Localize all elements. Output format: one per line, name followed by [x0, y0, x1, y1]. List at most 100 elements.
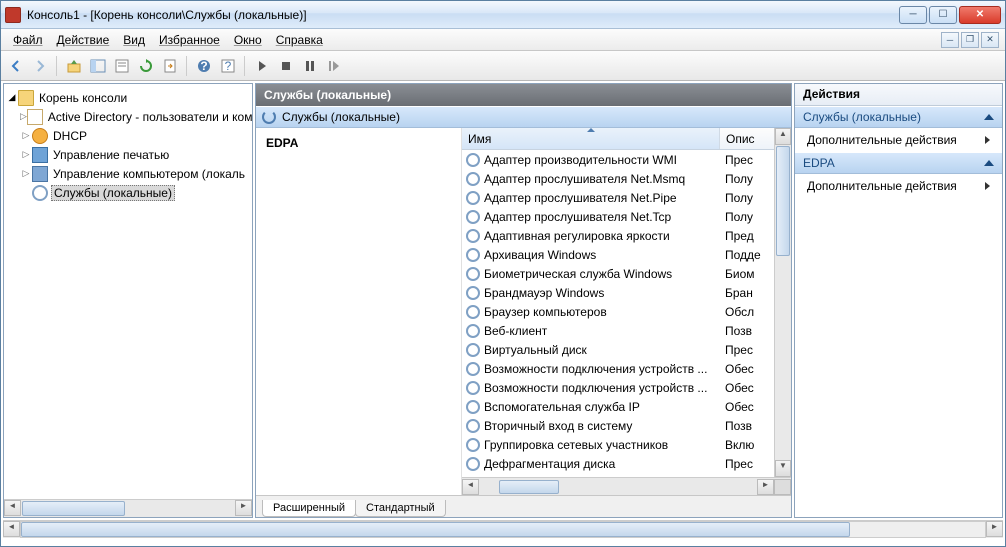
menu-file[interactable]: Файл — [7, 31, 49, 49]
service-desc: Бран — [721, 286, 753, 300]
scroll-down-button[interactable]: ▼ — [775, 460, 791, 477]
service-row[interactable]: Адаптер производительности WMIПрес — [462, 150, 791, 169]
service-row[interactable]: Возможности подключения устройств ...Обе… — [462, 359, 791, 378]
window-scrollbar[interactable]: ◄ ► — [3, 520, 1003, 538]
scroll-left-button[interactable]: ◄ — [3, 521, 20, 537]
column-name[interactable]: Имя — [462, 128, 720, 149]
center-pane: Службы (локальные) Службы (локальные) ED… — [255, 83, 792, 518]
play-button[interactable] — [251, 55, 273, 77]
list-body[interactable]: Адаптер производительности WMIПресАдапте… — [462, 150, 791, 477]
service-desc: Прес — [721, 457, 753, 471]
menu-favorites[interactable]: Избранное — [153, 31, 226, 49]
scroll-right-button[interactable]: ► — [986, 521, 1003, 537]
service-row[interactable]: Адаптер прослушивателя Net.MsmqПолу — [462, 169, 791, 188]
mdi-minimize-button[interactable]: ─ — [941, 32, 959, 48]
expand-icon[interactable]: ▷ — [20, 168, 32, 179]
menu-view[interactable]: Вид — [117, 31, 151, 49]
service-name: Возможности подключения устройств ... — [484, 362, 721, 376]
service-row[interactable]: Виртуальный дискПрес — [462, 340, 791, 359]
action-more-1[interactable]: Дополнительные действия — [795, 128, 1002, 152]
selected-service: EDPA — [256, 128, 461, 495]
up-button[interactable] — [63, 55, 85, 77]
scroll-left-button[interactable]: ◄ — [4, 500, 21, 516]
service-row[interactable]: Вспомогательная служба IPОбес — [462, 397, 791, 416]
minimize-button[interactable]: ─ — [899, 6, 927, 24]
action-more-2[interactable]: Дополнительные действия — [795, 174, 1002, 198]
mdi-restore-button[interactable]: ❐ — [961, 32, 979, 48]
menu-help[interactable]: Справка — [270, 31, 329, 49]
service-row[interactable]: Биометрическая служба WindowsБиом — [462, 264, 791, 283]
refresh-button[interactable] — [135, 55, 157, 77]
show-hide-tree-button[interactable] — [87, 55, 109, 77]
close-button[interactable]: ✕ — [959, 6, 1001, 24]
service-desc: Полу — [721, 191, 753, 205]
tree-item-ad[interactable]: ▷ Active Directory - пользователи и ком — [6, 107, 250, 126]
horizontal-scrollbar[interactable]: ◄ ► — [462, 477, 791, 495]
titlebar[interactable]: Консоль1 - [Корень консоли\Службы (локал… — [1, 1, 1005, 29]
gear-icon — [466, 381, 480, 395]
scroll-thumb[interactable] — [499, 480, 559, 494]
gear-icon — [466, 229, 480, 243]
tree-scrollbar[interactable]: ◄ ► — [4, 499, 252, 517]
back-button[interactable] — [5, 55, 27, 77]
scroll-right-button[interactable]: ► — [235, 500, 252, 516]
tab-standard[interactable]: Стандартный — [355, 500, 446, 517]
scroll-thumb[interactable] — [22, 501, 125, 516]
menu-window[interactable]: Окно — [228, 31, 268, 49]
service-row[interactable]: Группировка сетевых участниковВклю — [462, 435, 791, 454]
service-name: Вторичный вход в систему — [484, 419, 721, 433]
service-row[interactable]: Браузер компьютеровОбсл — [462, 302, 791, 321]
maximize-button[interactable]: ☐ — [929, 6, 957, 24]
console-tree[interactable]: ◢ Корень консоли ▷ Active Directory - по… — [4, 84, 252, 499]
service-desc: Обсл — [721, 305, 754, 319]
collapse-icon — [984, 114, 994, 120]
service-row[interactable]: Адаптер прослушивателя Net.TcpПолу — [462, 207, 791, 226]
help2-button[interactable]: ? — [217, 55, 239, 77]
tree-item-dhcp[interactable]: ▷ DHCP — [6, 126, 250, 145]
mdi-close-button[interactable]: ✕ — [981, 32, 999, 48]
refresh-icon — [262, 110, 276, 124]
gear-icon — [466, 248, 480, 262]
tree-item-print[interactable]: ▷ Управление печатью — [6, 145, 250, 164]
service-row[interactable]: Возможности подключения устройств ...Обе… — [462, 378, 791, 397]
service-row[interactable]: Адаптер прослушивателя Net.PipeПолу — [462, 188, 791, 207]
ad-icon — [27, 109, 43, 125]
actions-group-services[interactable]: Службы (локальные) — [795, 106, 1002, 128]
actions-group-edpa[interactable]: EDPA — [795, 152, 1002, 174]
expand-icon[interactable]: ▷ — [20, 130, 32, 141]
tree-item-services[interactable]: ▷ Службы (локальные) — [6, 183, 250, 202]
expand-icon[interactable]: ▷ — [20, 149, 32, 160]
restart-button[interactable] — [323, 55, 345, 77]
action-item-label: Дополнительные действия — [807, 179, 957, 193]
service-row[interactable]: Брандмауэр WindowsБран — [462, 283, 791, 302]
center-sub-label: Службы (локальные) — [282, 110, 400, 124]
scroll-right-button[interactable]: ► — [757, 479, 774, 495]
tree-label: Управление компьютером (локаль — [51, 167, 247, 181]
export-button[interactable] — [159, 55, 181, 77]
scroll-left-button[interactable]: ◄ — [462, 479, 479, 495]
help-button[interactable]: ? — [193, 55, 215, 77]
expand-icon[interactable]: ▷ — [20, 111, 27, 122]
tab-extended[interactable]: Расширенный — [262, 500, 356, 517]
service-row[interactable]: Веб-клиентПозв — [462, 321, 791, 340]
vertical-scrollbar[interactable]: ▲ ▼ — [774, 128, 791, 477]
scroll-thumb[interactable] — [21, 522, 850, 537]
scroll-up-button[interactable]: ▲ — [775, 128, 791, 145]
tree-item-computer[interactable]: ▷ Управление компьютером (локаль — [6, 164, 250, 183]
tree-label: DHCP — [51, 129, 89, 143]
service-row[interactable]: Дефрагментация дискаПрес — [462, 454, 791, 473]
service-row[interactable]: Архивация WindowsПодде — [462, 245, 791, 264]
column-desc-label: Опис — [726, 132, 755, 146]
stop-button[interactable] — [275, 55, 297, 77]
properties-button[interactable] — [111, 55, 133, 77]
expand-icon[interactable]: ◢ — [6, 92, 18, 103]
service-desc: Обес — [721, 381, 754, 395]
menu-action[interactable]: Действие — [51, 31, 116, 49]
forward-button[interactable] — [29, 55, 51, 77]
svg-text:?: ? — [200, 59, 207, 73]
service-row[interactable]: Адаптивная регулировка яркостиПред — [462, 226, 791, 245]
scroll-thumb[interactable] — [776, 146, 790, 256]
pause-button[interactable] — [299, 55, 321, 77]
tree-root[interactable]: ◢ Корень консоли — [6, 88, 250, 107]
service-row[interactable]: Вторичный вход в системуПозв — [462, 416, 791, 435]
